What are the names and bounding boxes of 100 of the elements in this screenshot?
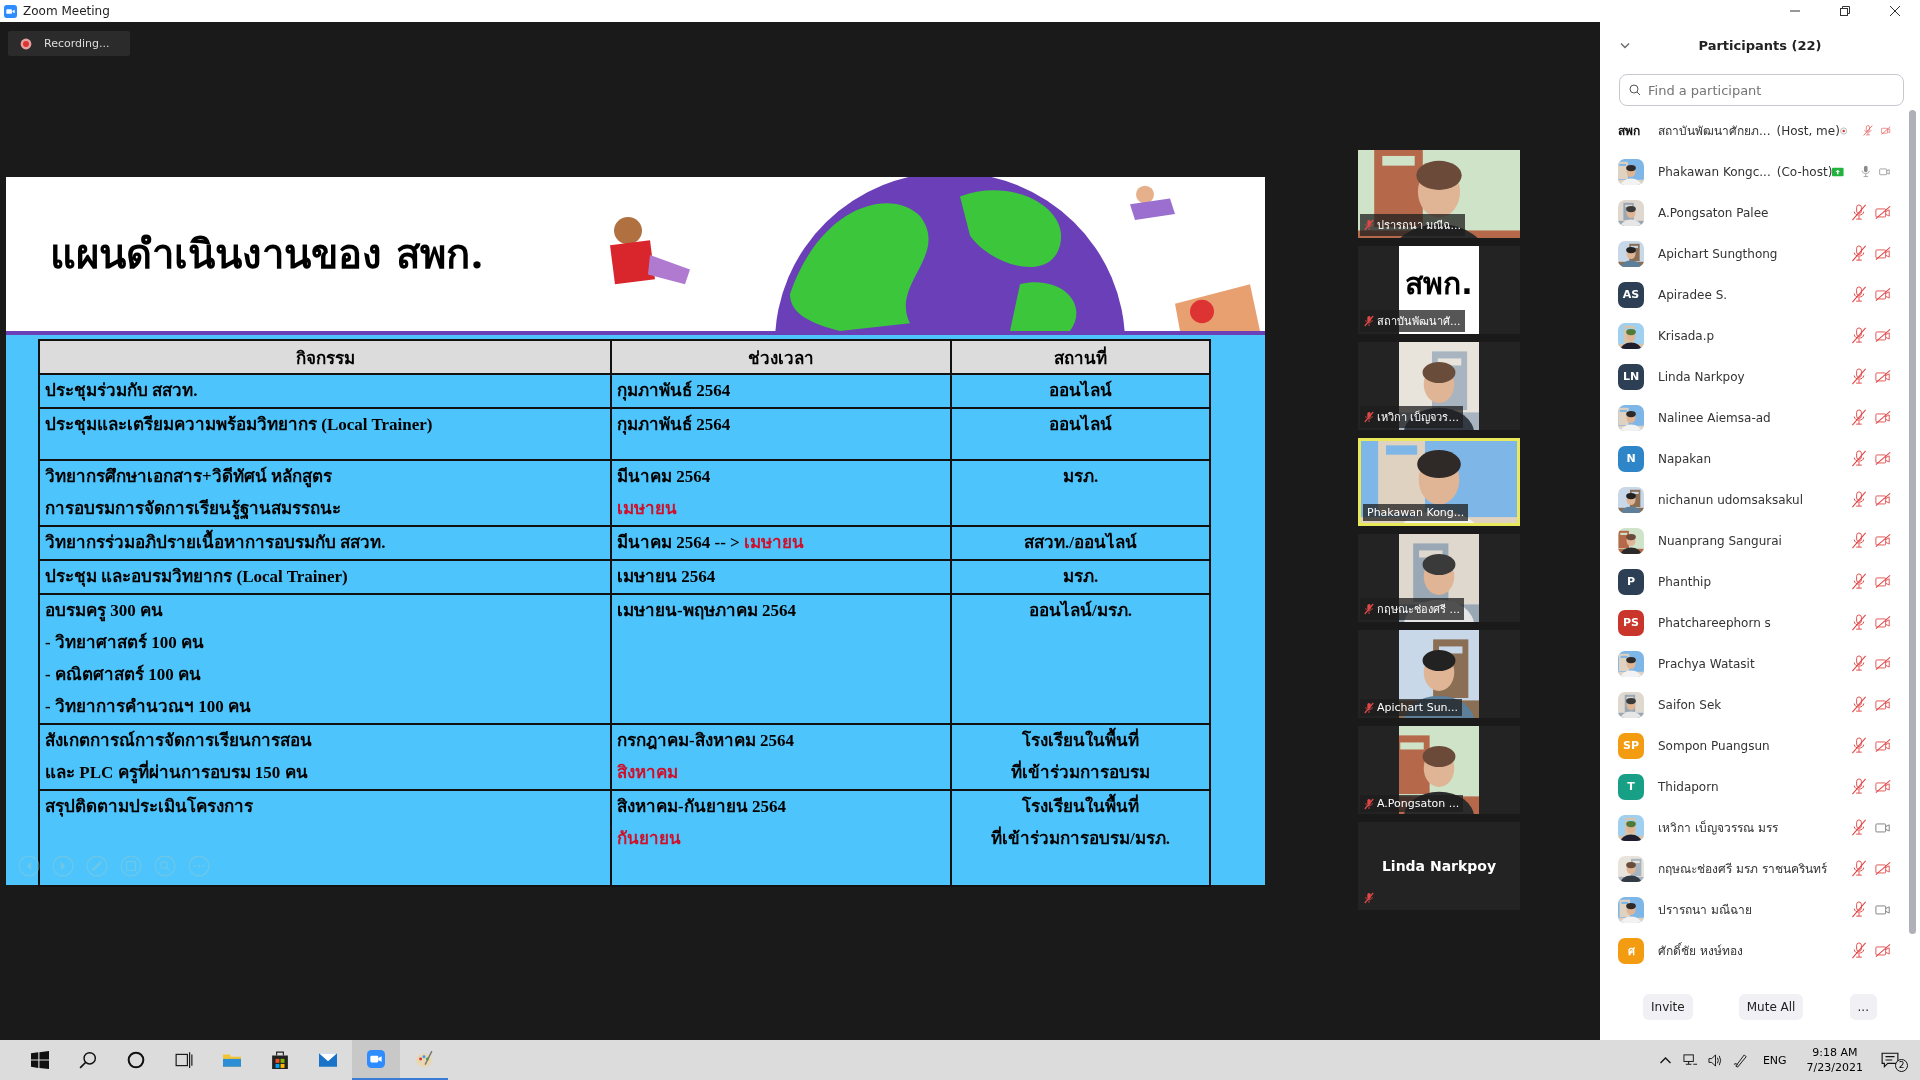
muted-microphone-icon[interactable] xyxy=(1851,409,1867,426)
cell-text: ประชุมและเตรียมความพร้อมวิทยากร (Local Trainer) xyxy=(45,414,434,437)
video-tile[interactable]: เหวิกา เบ็ญจวร... xyxy=(1358,342,1520,430)
participant-row[interactable]: PS Phatchareephorn s xyxy=(1600,602,1909,643)
muted-microphone-icon[interactable] xyxy=(1851,696,1867,713)
panel-button[interactable]: Invite xyxy=(1643,994,1693,1020)
muted-microphone-icon[interactable] xyxy=(1851,286,1867,303)
video-tile[interactable]: ปรารถนา มณีฉ... xyxy=(1358,150,1520,238)
muted-microphone-icon[interactable] xyxy=(1851,737,1867,754)
network-icon[interactable] xyxy=(1682,1052,1698,1068)
muted-microphone-icon[interactable] xyxy=(1851,491,1867,508)
windows-logo-icon[interactable] xyxy=(31,1051,49,1069)
video-off-icon[interactable] xyxy=(1875,368,1891,385)
muted-microphone-icon[interactable] xyxy=(1851,532,1867,549)
tile-label: Apichart Sun... xyxy=(1377,701,1459,714)
video-off-icon[interactable] xyxy=(1875,655,1891,672)
video-tile[interactable]: A.Pongsaton ... xyxy=(1358,726,1520,814)
restore-icon[interactable] xyxy=(1840,6,1850,16)
cell-text: สสวท./ออนไลน์ xyxy=(1023,531,1138,554)
mail-icon[interactable] xyxy=(319,1051,337,1069)
video-off-icon[interactable] xyxy=(1875,778,1891,795)
previous-icon[interactable] xyxy=(18,855,40,877)
video-off-icon[interactable] xyxy=(1875,286,1891,303)
participant-row[interactable]: LN Linda Narkpoy xyxy=(1600,356,1909,397)
participant-row[interactable]: กฤษณะช่องศรี มรภ ราชนครินทร์ xyxy=(1600,848,1909,889)
muted-microphone-icon[interactable] xyxy=(1851,204,1867,221)
cell-text: - วิทยาการคำนวณฯ 100 คน xyxy=(45,696,252,718)
panel-button[interactable]: ... xyxy=(1849,994,1877,1020)
muted-microphone-icon[interactable] xyxy=(1851,819,1867,836)
scrollbar[interactable] xyxy=(1909,110,1916,934)
pen-icon[interactable] xyxy=(1732,1052,1748,1068)
participant-row[interactable]: ปรารถนา มณีฉาย xyxy=(1600,889,1909,930)
participant-row[interactable]: N Napakan xyxy=(1600,438,1909,479)
participant-row[interactable]: Phakawan Kongc... (Co-host) xyxy=(1600,151,1909,192)
video-off-icon[interactable] xyxy=(1875,696,1891,713)
video-tile[interactable]: กฤษณะช่องศรี ... xyxy=(1358,534,1520,622)
speaker-icon[interactable] xyxy=(1707,1052,1723,1068)
circle-icon[interactable] xyxy=(127,1051,145,1069)
video-off-icon[interactable] xyxy=(1875,532,1891,549)
video-off-icon[interactable] xyxy=(1875,614,1891,631)
video-off-icon[interactable] xyxy=(1875,204,1891,221)
language-indicator[interactable]: ENG xyxy=(1762,1053,1787,1067)
task-view-icon[interactable] xyxy=(175,1051,193,1069)
recording-indicator[interactable]: Recording... xyxy=(8,31,130,56)
shopping-bag-icon[interactable] xyxy=(271,1051,289,1069)
cell-text: อบรมครู 300 คน xyxy=(45,600,164,624)
muted-microphone-icon[interactable] xyxy=(1851,778,1867,795)
muted-microphone-icon[interactable] xyxy=(1851,368,1867,385)
muted-microphone-icon[interactable] xyxy=(1851,614,1867,631)
muted-microphone-icon[interactable] xyxy=(1851,450,1867,467)
close-icon[interactable] xyxy=(1890,6,1900,16)
participant-row[interactable]: ศ ศักดิ์ชัย หงษ์ทอง xyxy=(1600,930,1909,971)
chevron-down-icon[interactable] xyxy=(1620,41,1630,49)
muted-microphone-icon[interactable] xyxy=(1851,327,1867,344)
muted-microphone-icon[interactable] xyxy=(1851,573,1867,590)
participant-row[interactable]: Saifon Sek xyxy=(1600,684,1909,725)
cell-text: วิทยากรร่วมอภิปรายเนื้อหาการอบรมกับ สสวท. xyxy=(45,527,605,559)
folder-icon[interactable] xyxy=(223,1051,241,1069)
video-tile[interactable]: Linda Narkpoy xyxy=(1358,822,1520,910)
participant-row[interactable]: Prachya Watasit xyxy=(1600,643,1909,684)
video-off-icon[interactable] xyxy=(1875,737,1891,754)
video-off-icon[interactable] xyxy=(1875,573,1891,590)
video-off-icon[interactable] xyxy=(1875,327,1891,344)
taskbar-app-button[interactable] xyxy=(352,1040,400,1080)
video-off-icon[interactable] xyxy=(1875,245,1891,262)
cell-text: วิทยากรศึกษาเอกสาร+วิดีทัศน์ หลักสูตร xyxy=(45,465,333,490)
muted-microphone-icon[interactable] xyxy=(1851,655,1867,672)
video-tile[interactable]: Phakawan Kong... xyxy=(1358,438,1520,526)
search-field[interactable]: Find a participant xyxy=(1619,74,1904,106)
participant-row[interactable]: A.Pongsaton Palee xyxy=(1600,192,1909,233)
video-off-icon[interactable] xyxy=(1875,450,1891,467)
video-off-icon[interactable] xyxy=(1875,491,1891,508)
panel-button[interactable]: Mute All xyxy=(1738,994,1804,1020)
participant-row[interactable]: Nuanprang Sangurai xyxy=(1600,520,1909,561)
participant-row[interactable]: Nalinee Aiemsa-ad xyxy=(1600,397,1909,438)
video-tile[interactable]: Apichart Sun... xyxy=(1358,630,1520,718)
participant-row[interactable]: SP Sompon Puangsun xyxy=(1600,725,1909,766)
participant-row[interactable]: T Thidaporn xyxy=(1600,766,1909,807)
participant-row[interactable]: nichanun udomsaksakul xyxy=(1600,479,1909,520)
participant-row[interactable]: AS Apiradee S. xyxy=(1600,274,1909,315)
muted-microphone-icon[interactable] xyxy=(1851,860,1867,877)
participant-row[interactable]: Apichart Sungthong xyxy=(1600,233,1909,274)
video-off-icon[interactable] xyxy=(1875,409,1891,426)
tile-label: กฤษณะช่องศรี ... xyxy=(1377,602,1460,618)
participant-row[interactable]: เหวิกา เบ็ญจวรรณ มรร xyxy=(1600,807,1909,848)
muted-microphone-icon[interactable] xyxy=(1851,942,1867,959)
participant-row[interactable]: สพก สถาบันพัฒนาศักยภ... (Host, me) xyxy=(1600,110,1909,151)
microphone-icon[interactable] xyxy=(1859,163,1872,180)
participant-row[interactable]: P Phanthip xyxy=(1600,561,1909,602)
video-off-icon[interactable] xyxy=(1875,942,1891,959)
notification-button[interactable]: 2 xyxy=(1881,1048,1908,1072)
clock-date: 7/23/2021 xyxy=(1806,1060,1863,1075)
search-icon[interactable] xyxy=(79,1051,97,1069)
video-tile[interactable]: สพก. สถาบันพัฒนาศั... xyxy=(1358,246,1520,334)
muted-microphone-icon[interactable] xyxy=(1851,901,1867,918)
video-off-icon[interactable] xyxy=(1875,860,1891,877)
muted-microphone-icon[interactable] xyxy=(1851,245,1867,262)
cell-text: - วิทยาศาสตร์ 100 คน xyxy=(45,631,205,654)
clock[interactable]: 9:18 AM 7/23/2021 xyxy=(1806,1045,1863,1075)
participant-row[interactable]: Krisada.p xyxy=(1600,315,1909,356)
